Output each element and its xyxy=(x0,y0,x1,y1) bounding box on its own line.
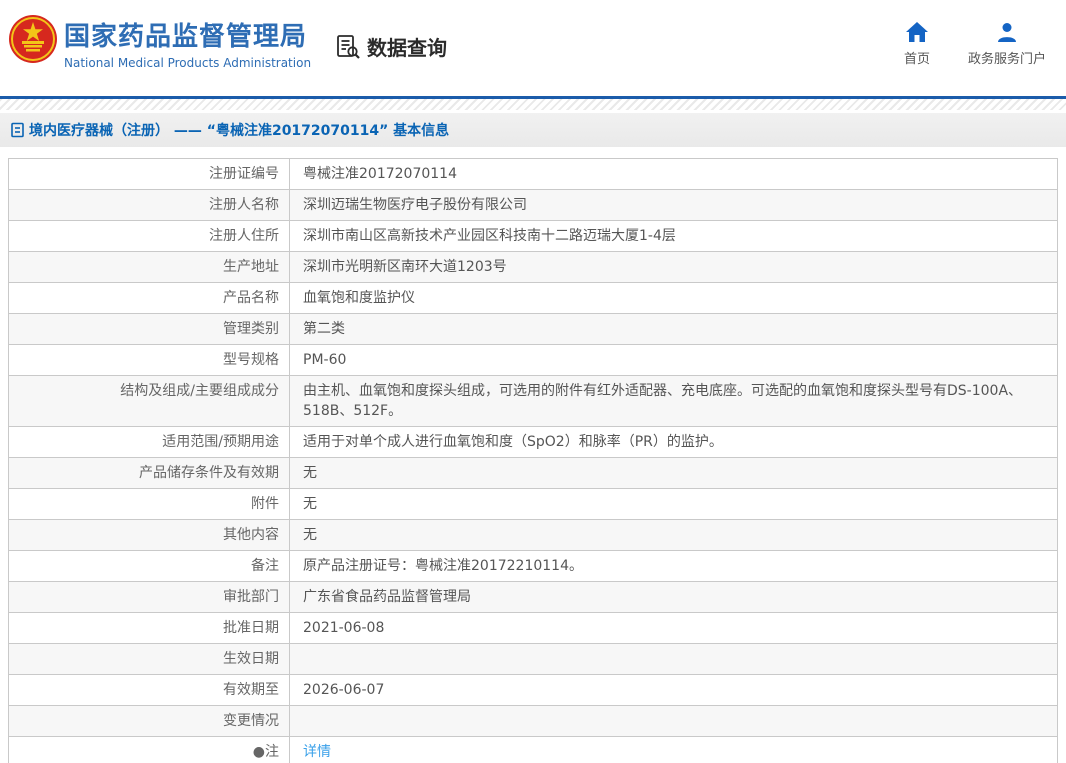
row-value: PM-60 xyxy=(303,352,347,368)
row-label: 审批部门 xyxy=(9,582,290,612)
table-row: 备注 原产品注册证号：粤械注准20172210114。 xyxy=(9,551,1057,582)
table-row: 型号规格 PM-60 xyxy=(9,345,1057,376)
row-value: 广东省食品药品监督管理局 xyxy=(303,589,471,605)
table-row: 产品储存条件及有效期无 xyxy=(9,458,1057,489)
data-query-icon xyxy=(335,34,361,60)
row-label: 注册人住所 xyxy=(9,221,290,251)
detail-link[interactable]: 详情 xyxy=(303,744,331,760)
brand-block: 国家药品监督管理局 National Medical Products Admi… xyxy=(64,22,311,70)
home-icon xyxy=(905,22,928,42)
row-label: 管理类别 xyxy=(9,314,290,344)
row-value: 适用于对单个成人进行血氧饱和度（SpO2）和脉率（PR）的监护。 xyxy=(303,434,723,450)
nav-gov-portal-label: 政务服务门户 xyxy=(967,52,1046,67)
table-row: 审批部门 广东省食品药品监督管理局 xyxy=(9,582,1057,613)
row-label: 其他内容 xyxy=(9,520,290,550)
user-icon xyxy=(996,22,1018,42)
striped-band xyxy=(0,99,1066,110)
row-value: 血氧饱和度监护仪 xyxy=(303,290,415,306)
row-value: 由主机、血氧饱和度探头组成，可选用的附件有红外适配器、充电底座。可选配的血氧饱和… xyxy=(303,383,1023,419)
row-label: 产品储存条件及有效期 xyxy=(9,458,290,488)
row-value: 2021-06-08 xyxy=(303,620,385,636)
table-row: 生产地址 深圳市光明新区南环大道1203号 xyxy=(9,252,1057,283)
table-row: 生效日期 xyxy=(9,644,1057,675)
row-label: 批准日期 xyxy=(9,613,290,643)
row-label: ●注 xyxy=(9,737,290,763)
nav-home[interactable]: 首页 xyxy=(904,22,930,67)
top-nav: 首页 政务服务门户 xyxy=(904,22,1046,67)
table-row: 适用范围/预期用途 适用于对单个成人进行血氧饱和度（SpO2）和脉率（PR）的监护… xyxy=(9,427,1057,458)
row-value: 深圳迈瑞生物医疗电子股份有限公司 xyxy=(303,197,527,213)
row-value: 粤械注准20172070114 xyxy=(303,166,457,182)
row-label: 有效期至 xyxy=(9,675,290,705)
row-value: 深圳市南山区高新技术产业园区科技南十二路迈瑞大厦1-4层 xyxy=(303,228,676,244)
row-label: 适用范围/预期用途 xyxy=(9,427,290,457)
row-label: 生产地址 xyxy=(9,252,290,282)
data-query-section[interactable]: 数据查询 xyxy=(335,32,447,61)
page-header: 国家药品监督管理局 National Medical Products Admi… xyxy=(0,0,1066,96)
nav-gov-portal[interactable]: 政务服务门户 xyxy=(968,22,1046,67)
row-label: 结构及组成/主要组成成分 xyxy=(9,376,290,426)
row-label: 注册人名称 xyxy=(9,190,290,220)
row-label: 变更情况 xyxy=(9,706,290,736)
row-value: 详情 xyxy=(290,737,1057,763)
row-value: 2026-06-07 xyxy=(303,682,385,698)
breadcrumb: 境内医疗器械（注册） —— “粤械注准20172070114” 基本信息 xyxy=(29,123,450,139)
table-row: ●注 详情 xyxy=(9,737,1057,763)
table-row: 结构及组成/主要组成成分 由主机、血氧饱和度探头组成，可选用的附件有红外适配器、充… xyxy=(9,376,1057,427)
row-value: 无 xyxy=(303,465,317,481)
site-title: 国家药品监督管理局 xyxy=(64,22,308,52)
row-label: 产品名称 xyxy=(9,283,290,313)
info-table: 注册证编号 粤械注准20172070114 注册人名称 深圳迈瑞生物医疗电子股份有限公… xyxy=(8,158,1058,763)
row-label: 型号规格 xyxy=(9,345,290,375)
table-row: 注册证编号 粤械注准20172070114 xyxy=(9,159,1057,190)
row-value xyxy=(290,644,1057,674)
table-row: 产品名称 血氧饱和度监护仪 xyxy=(9,283,1057,314)
data-query-label: 数据查询 xyxy=(367,36,447,60)
row-label: 附件 xyxy=(9,489,290,519)
row-value xyxy=(290,706,1057,736)
table-row: 附件无 xyxy=(9,489,1057,520)
site-subtitle: National Medical Products Administration xyxy=(64,56,312,70)
row-value: 第二类 xyxy=(303,321,345,337)
row-label: 生效日期 xyxy=(9,644,290,674)
document-icon xyxy=(10,122,25,138)
breadcrumb-bar: 境内医疗器械（注册） —— “粤械注准20172070114” 基本信息 xyxy=(0,113,1066,147)
table-row: 管理类别 第二类 xyxy=(9,314,1057,345)
table-row: 批准日期 2021-06-08 xyxy=(9,613,1057,644)
row-value: 深圳市光明新区南环大道1203号 xyxy=(303,259,507,275)
table-row: 其他内容无 xyxy=(9,520,1057,551)
row-value: 无 xyxy=(303,496,317,512)
row-label: 注册证编号 xyxy=(9,159,290,189)
table-row: 有效期至 2026-06-07 xyxy=(9,675,1057,706)
row-label: 备注 xyxy=(9,551,290,581)
row-value: 原产品注册证号：粤械注准20172210114。 xyxy=(303,558,583,574)
nav-home-label: 首页 xyxy=(903,52,930,67)
nmpa-emblem-logo xyxy=(8,14,58,64)
table-row: 注册人名称 深圳迈瑞生物医疗电子股份有限公司 xyxy=(9,190,1057,221)
row-value: 无 xyxy=(303,527,317,543)
table-row: 注册人住所 深圳市南山区高新技术产业园区科技南十二路迈瑞大厦1-4层 xyxy=(9,221,1057,252)
table-row: 变更情况 xyxy=(9,706,1057,737)
